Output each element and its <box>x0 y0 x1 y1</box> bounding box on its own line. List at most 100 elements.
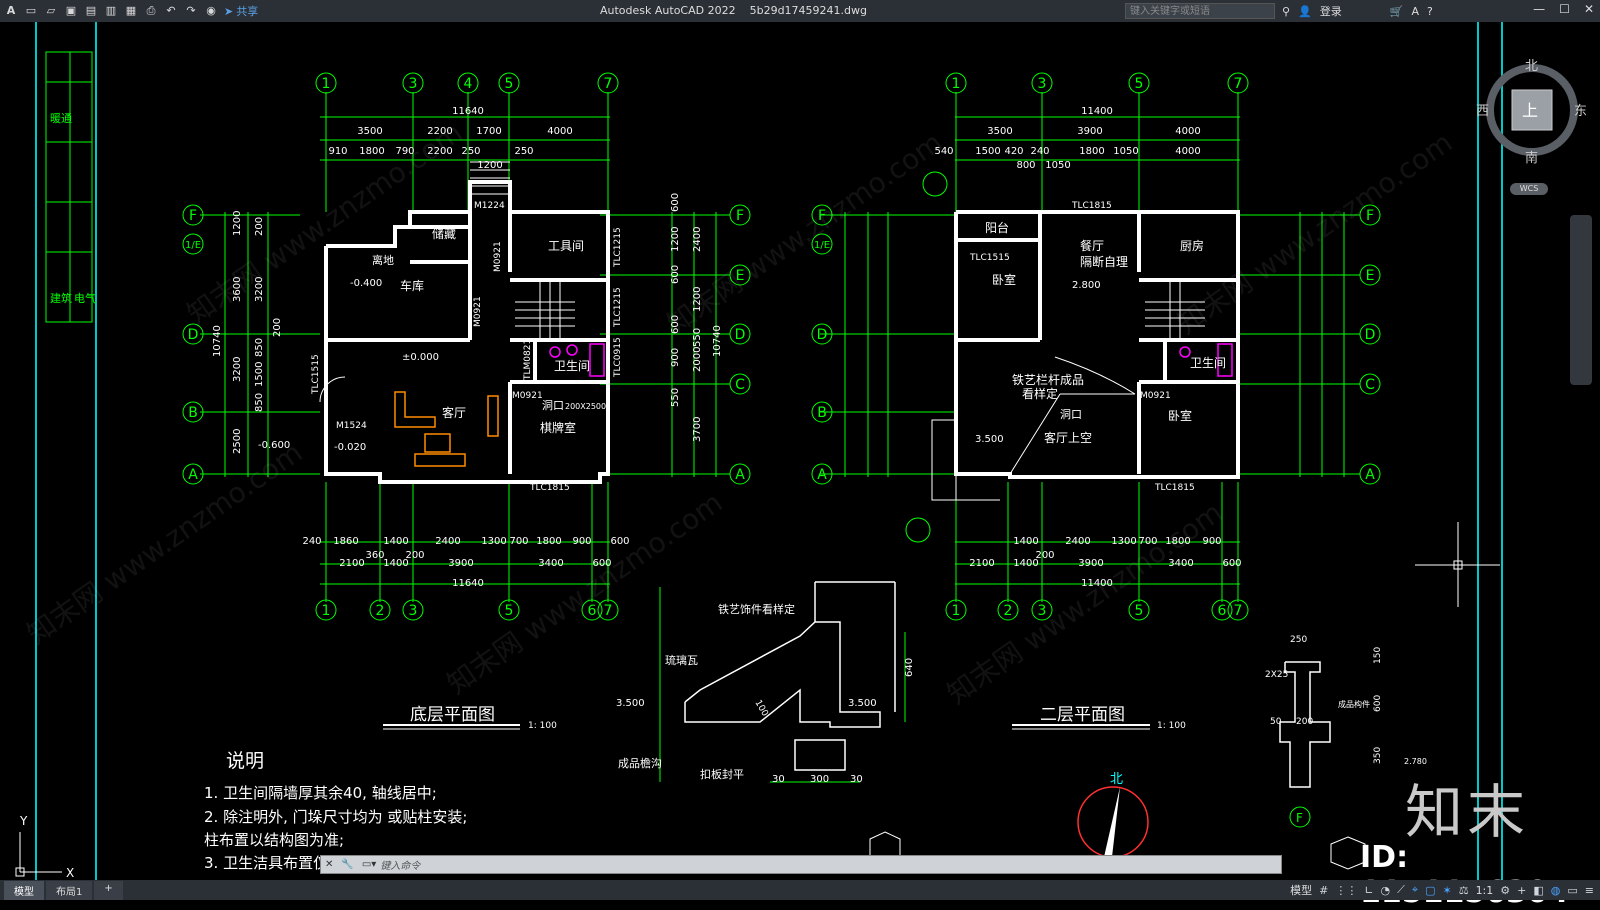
share-button[interactable]: ➤ 共享 <box>224 3 258 19</box>
command-prompt-icon[interactable]: ▭▾ <box>358 859 380 870</box>
command-input[interactable]: 键入命令 <box>380 857 420 872</box>
cad-drawing: 暖通建筑 电气 1 3 4 5 7 1 2 3 5 6 7 F 1/E D B … <box>15 22 1503 880</box>
cart-icon[interactable]: 🛒 <box>1390 5 1404 18</box>
design-notes: 说明 1. 卫生间隔墙厚其余40, 轴线居中; 2. 除注明外, 门垛尺寸均为 … <box>204 750 467 872</box>
isodraft-icon[interactable]: ⟋ <box>1397 883 1405 897</box>
detail-label: 2X25 <box>1265 670 1288 680</box>
dim-text: 3900 <box>448 558 473 569</box>
save-as-icon[interactable]: ▤ <box>84 4 98 18</box>
svg-text:建筑: 建筑 <box>50 291 72 305</box>
isolate-icon[interactable]: ◧ <box>1533 884 1543 897</box>
dim-text: 800 <box>1016 160 1035 171</box>
wcs-menu[interactable]: WCS <box>1510 183 1548 195</box>
detail-label: 琉璃瓦 <box>665 653 698 667</box>
minimize-icon[interactable]: — <box>1533 2 1545 16</box>
ortho-icon[interactable]: ∟ <box>1364 884 1373 897</box>
dim-text: 3500 <box>357 126 382 137</box>
tag: M0921 <box>1140 391 1171 401</box>
dim-text: 200 <box>405 550 424 561</box>
tab-layout1[interactable]: 布局1 <box>46 880 93 900</box>
print-icon[interactable]: ⎙ <box>144 4 158 18</box>
maximize-icon[interactable]: ☐ <box>1559 2 1570 16</box>
detail-label: 30 <box>772 774 785 785</box>
file-name: 5b29d17459241.dwg <box>749 4 868 17</box>
save-icon[interactable]: ▣ <box>64 4 78 18</box>
level-mark: ±0.000 <box>402 352 439 363</box>
model-space-button[interactable]: 模型 <box>1290 882 1312 898</box>
search-icon[interactable]: ⚲ <box>1282 5 1290 18</box>
tab-model[interactable]: 模型 <box>4 880 44 900</box>
open-file-icon[interactable]: ▱ <box>44 4 58 18</box>
viewcube[interactable]: 北 南 东 西 上 <box>1476 55 1590 170</box>
dim-text: 600 <box>670 265 681 284</box>
search-input[interactable]: 键入关键字或短语 <box>1125 3 1275 19</box>
viewcube-top-face[interactable]: 上 <box>1522 97 1538 121</box>
axis-label: 6 <box>1218 603 1227 619</box>
user-icon[interactable]: 👤 <box>1298 5 1312 18</box>
annotation-scale-icon[interactable]: ⚖ <box>1459 884 1469 897</box>
help-icon[interactable]: ? <box>1427 5 1433 18</box>
clean-screen-icon[interactable]: ▭ <box>1567 884 1577 897</box>
axis-label: F <box>1296 811 1303 825</box>
settings-icon[interactable]: ⚙ <box>1500 884 1510 897</box>
new-file-icon[interactable]: ▭ <box>24 4 38 18</box>
tag: TLC1515 <box>311 354 321 395</box>
customize-icon[interactable]: ≡ <box>1585 884 1594 897</box>
web-mobile-icon[interactable]: ▥ <box>104 4 118 18</box>
add-layout-icon[interactable]: + <box>94 880 123 900</box>
app-menu-icon[interactable]: A <box>4 4 18 18</box>
status-bar: 模型 布局1 + 模型 # ⋮⋮ ∟ ◔ ⟋ ⌖ ▢ ✶ ⚖ 1:1 ⚙ + ◧… <box>0 880 1600 900</box>
viewcube-south[interactable]: 南 <box>1525 147 1538 166</box>
dim-text: 200 <box>272 318 283 337</box>
close-icon[interactable]: ✕ <box>1584 2 1594 16</box>
axis-label: 2 <box>376 603 385 619</box>
room-label: 卫生间 <box>554 359 590 373</box>
viewcube-north[interactable]: 北 <box>1525 55 1538 74</box>
room-label: 看样定 <box>1022 386 1058 401</box>
room-label: 洞口 <box>542 399 564 412</box>
ground-floor-plan: 1 3 4 5 7 1 2 3 5 6 7 F 1/E D B A F E D … <box>182 72 751 731</box>
status-tools: 模型 # ⋮⋮ ∟ ◔ ⟋ ⌖ ▢ ✶ ⚖ 1:1 ⚙ + ◧ ◍ ▭ ≡ <box>1290 882 1594 898</box>
dim-text: 1050 <box>1045 160 1070 171</box>
autodesk-app-icon[interactable]: A <box>1411 5 1419 18</box>
share-icon: ➤ <box>224 4 234 18</box>
axis-label: A <box>735 467 745 483</box>
redo-icon[interactable]: ↷ <box>184 4 198 18</box>
drawing-canvas[interactable]: 暖通 建筑 电气 1 3 4 5 7 1 2 3 5 6 7 F 1/E D B… <box>0 22 1600 880</box>
axis-label: D <box>817 327 828 343</box>
axis-label: D <box>188 327 199 343</box>
room-label: 洞口 <box>1060 408 1082 421</box>
osnap-icon[interactable]: ⌖ <box>1412 883 1418 897</box>
annotation-scale[interactable]: 1:1 <box>1476 884 1494 897</box>
annotation-visibility-icon[interactable]: ✶ <box>1442 884 1451 897</box>
snap-icon[interactable]: ⋮⋮ <box>1335 884 1357 897</box>
dim-text: 1800 <box>536 536 561 547</box>
room-label: 铁艺栏杆成品 <box>1012 372 1084 387</box>
ground-plan-title: 底层平面图 <box>410 705 495 725</box>
plus-icon[interactable]: + <box>1517 884 1526 897</box>
object-snap-tracking-icon[interactable]: ▢ <box>1425 884 1435 897</box>
plot-icon[interactable]: ▦ <box>124 4 138 18</box>
detail-label: 640 <box>904 658 915 677</box>
axis-label: 7 <box>1234 76 1243 92</box>
command-close-icon[interactable]: ✕ <box>321 859 337 870</box>
command-line[interactable]: ✕ 🔧 ▭▾ 键入命令 <box>320 855 1282 874</box>
room-label: 客厅上空 <box>1044 430 1092 445</box>
viewcube-east[interactable]: 东 <box>1574 100 1587 119</box>
undo-icon[interactable]: ↶ <box>164 4 178 18</box>
command-customize-icon[interactable]: 🔧 <box>337 859 357 870</box>
dim-text: 1400 <box>1013 536 1038 547</box>
scale-note: 1: 100 <box>528 721 557 731</box>
axis-label: F <box>736 208 744 224</box>
dim-text: 600 <box>1222 558 1241 569</box>
dim-text: 900 <box>670 348 681 367</box>
workspace-icon[interactable]: ◉ <box>204 4 218 18</box>
navigation-bar[interactable] <box>1570 215 1592 385</box>
login-button[interactable]: 登录 <box>1320 3 1342 19</box>
grid-icon[interactable]: # <box>1319 884 1328 897</box>
viewcube-west[interactable]: 西 <box>1476 100 1489 119</box>
hardware-accel-icon[interactable]: ◍ <box>1551 884 1561 897</box>
title-block <box>45 51 93 323</box>
note-line: 柱布置以结构图为准; <box>204 831 344 849</box>
polar-icon[interactable]: ◔ <box>1381 884 1391 897</box>
